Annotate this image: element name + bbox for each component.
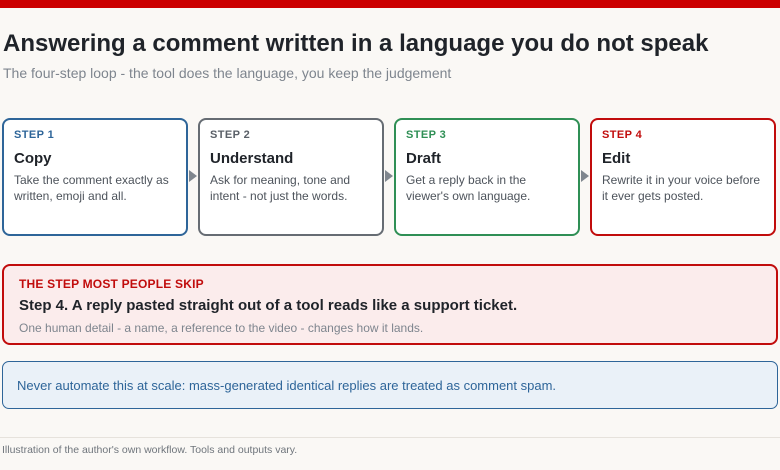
step-description: Ask for meaning, tone and intent - not j…	[210, 173, 351, 203]
step-number-label: STEP 3	[406, 129, 447, 141]
footer-caption: Illustration of the author's own workflo…	[2, 444, 298, 456]
step-description: Rewrite it in your voice before it ever …	[602, 173, 761, 203]
step-title: Edit	[602, 150, 631, 167]
callout-eyebrow: THE STEP MOST PEOPLE SKIP	[19, 277, 204, 291]
spam-warning-note: Never automate this at scale: mass-gener…	[2, 361, 778, 409]
page-title: Answering a comment written in a languag…	[3, 30, 709, 57]
step-arrow-icon	[189, 170, 197, 182]
step-title: Draft	[406, 150, 442, 167]
step-number-label: STEP 2	[210, 129, 251, 141]
step-card-draft: STEP 3 Draft Get a reply back in the vie…	[394, 118, 580, 236]
footer-divider	[0, 437, 780, 438]
step-title: Copy	[14, 150, 52, 167]
step-description: Take the comment exactly as written, emo…	[14, 173, 169, 203]
step-card-edit: STEP 4 Edit Rewrite it in your voice bef…	[590, 118, 776, 236]
step-arrow-icon	[581, 170, 589, 182]
page-subtitle: The four-step loop - the tool does the l…	[3, 65, 452, 81]
step-description: Get a reply back in the viewer's own lan…	[406, 173, 531, 203]
skipped-step-callout: THE STEP MOST PEOPLE SKIP Step 4. A repl…	[2, 264, 778, 345]
top-accent-bar	[0, 0, 780, 8]
step-number-label: STEP 4	[602, 129, 643, 141]
callout-headline: Step 4. A reply pasted straight out of a…	[19, 297, 518, 314]
callout-subtext: One human detail - a name, a reference t…	[19, 321, 424, 335]
step-card-copy: STEP 1 Copy Take the comment exactly as …	[2, 118, 188, 236]
step-card-understand: STEP 2 Understand Ask for meaning, tone …	[198, 118, 384, 236]
step-title: Understand	[210, 150, 294, 167]
step-number-label: STEP 1	[14, 129, 55, 141]
step-arrow-icon	[385, 170, 393, 182]
